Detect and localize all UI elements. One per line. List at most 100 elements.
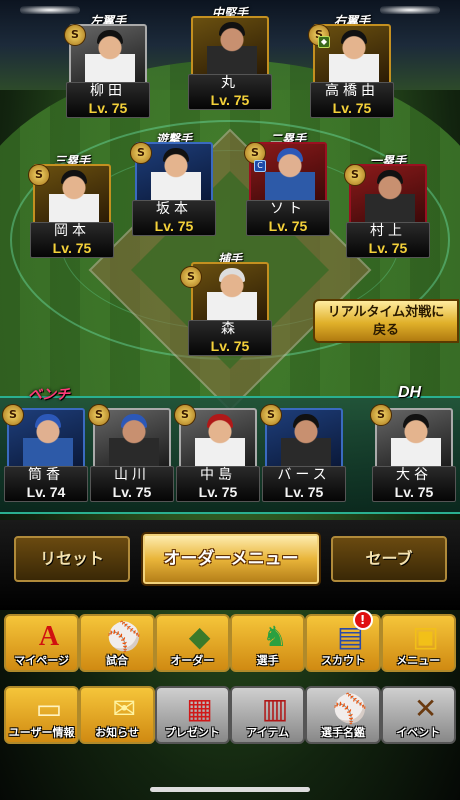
player-name: 森	[221, 321, 239, 337]
player-photo	[195, 416, 245, 468]
present-icon: ▦	[186, 692, 213, 725]
player-level: Lv. 75	[394, 484, 434, 500]
bench-slot-1[interactable]: S 筒香 Lv. 74	[2, 404, 88, 502]
menu-order[interactable]: ◆ オーダー	[154, 614, 230, 672]
player-plate: 山川 Lv. 75	[90, 466, 174, 502]
stadium-icon: ⚾	[106, 620, 142, 653]
rarity-s-icon: S	[88, 404, 110, 426]
player-name: 大谷	[396, 467, 432, 483]
player-level: Lv. 75	[268, 218, 308, 234]
main-menu: A マイページ ⚾ 試合 ◆ オーダー ♞ 選手 ▤ スカウト ! ▣ メニュー	[4, 610, 456, 672]
rarity-s-icon: S	[130, 142, 152, 164]
menu-label: アイテム	[246, 726, 290, 739]
dh-slot[interactable]: S 大谷 Lv. 75	[370, 404, 456, 502]
player-photo	[207, 270, 257, 322]
menu-label: オーダー	[170, 654, 215, 667]
save-button[interactable]: セーブ	[331, 536, 447, 582]
rarity-s-icon: S	[174, 404, 196, 426]
player-name: 中島	[200, 467, 236, 483]
notification-badge: !	[352, 610, 373, 630]
player-plate: 村上 Lv. 75	[346, 222, 430, 258]
player-name: バース	[277, 467, 331, 483]
player-slot-first-base[interactable]: 一塁手 S 村上 Lv. 75	[344, 154, 430, 258]
rarity-s-icon: S	[2, 404, 24, 426]
menu-label: プレゼント	[164, 726, 220, 739]
player-name: 村上	[370, 223, 406, 239]
player-plate: 坂本 Lv. 75	[132, 200, 216, 236]
menu-players[interactable]: ♞ 選手	[229, 614, 306, 672]
player-level: Lv. 75	[52, 240, 92, 256]
player-plate: 中島 Lv. 75	[176, 466, 260, 502]
order-screen: 左翼手 S 柳田 Lv. 75 中堅手 丸 Lv. 75 右翼手 S ◆ 高橋由…	[0, 0, 460, 800]
player-slot-shortstop[interactable]: 遊撃手 S 坂本 Lv. 75	[130, 132, 216, 236]
menu-label: 試合	[105, 654, 128, 667]
player-name: 坂本	[156, 201, 192, 217]
player-name: 高橋由	[325, 83, 379, 99]
player-plate: 大谷 Lv. 75	[372, 466, 456, 502]
menu-player-directory[interactable]: ⚾ 選手名鑑	[305, 686, 381, 744]
player-photo	[281, 416, 331, 468]
menu-label: 選手	[256, 654, 279, 667]
rarity-s-icon: S	[370, 404, 392, 426]
player-slot-center-field[interactable]: 中堅手 丸 Lv. 75	[188, 6, 272, 110]
player-slot-catcher[interactable]: 捕手 S 森 Lv. 75	[180, 252, 272, 356]
player-slot-right-field[interactable]: 右翼手 S ◆ 高橋由 Lv. 75	[308, 14, 394, 118]
menu-event[interactable]: ✕ イベント	[380, 686, 456, 744]
menu-present[interactable]: ▦ プレゼント	[154, 686, 230, 744]
player-photo	[365, 172, 415, 224]
player-plate: 丸 Lv. 75	[188, 74, 272, 110]
menu-menu[interactable]: ▣ メニュー	[380, 614, 456, 672]
menu-scout[interactable]: ▤ スカウト !	[305, 610, 381, 672]
realtime-button-line2: 戻る	[372, 323, 399, 338]
player-level: Lv. 75	[332, 100, 372, 116]
event-bats-icon: ✕	[413, 692, 438, 725]
bench-slot-3[interactable]: S 中島 Lv. 75	[174, 404, 260, 502]
menu-my-page[interactable]: A マイページ	[4, 614, 80, 672]
player-photo	[23, 416, 73, 468]
player-level: Lv. 75	[88, 100, 128, 116]
menu-box-icon: ▣	[412, 620, 439, 653]
player-name: 丸	[221, 75, 239, 91]
dh-label: DH	[398, 384, 422, 401]
player-slot-second-base[interactable]: 二塁手 S C ソト Lv. 75	[244, 132, 330, 236]
home-indicator[interactable]	[150, 787, 310, 792]
player-card	[191, 262, 269, 324]
player-level: Lv. 74	[26, 484, 66, 500]
bench-slot-2[interactable]: S 山川 Lv. 75	[88, 404, 174, 502]
player-photo	[49, 172, 99, 224]
menu-label: イベント	[396, 726, 441, 739]
rarity-s-icon: S	[260, 404, 282, 426]
menu-items[interactable]: ▥ アイテム	[229, 686, 306, 744]
player-slot-left-field[interactable]: 左翼手 S 柳田 Lv. 75	[64, 14, 150, 118]
menu-label: ユーザー情報	[8, 726, 75, 739]
player-plate: 高橋由 Lv. 75	[310, 82, 394, 118]
player-name: 山川	[114, 467, 150, 483]
reset-button[interactable]: リセット	[14, 536, 130, 582]
return-to-realtime-battle-button[interactable]: リアルタイム対戦に 戻る	[313, 299, 459, 343]
bench-slot-4[interactable]: S バース Lv. 75	[260, 404, 346, 502]
player-plate: バース Lv. 75	[262, 466, 346, 502]
item-book-icon: ▥	[261, 692, 289, 725]
menu-match[interactable]: ⚾ 試合	[79, 614, 155, 672]
player-level: Lv. 75	[210, 338, 250, 354]
player-slot-third-base[interactable]: 三塁手 S 岡本 Lv. 75	[28, 154, 114, 258]
player-name: 岡本	[54, 223, 90, 239]
player-directory-icon: ⚾	[332, 692, 368, 725]
notice-icon: ✉	[112, 692, 137, 725]
menu-label: マイページ	[14, 654, 70, 667]
player-photo	[391, 416, 441, 468]
player-level: Lv. 75	[210, 92, 250, 108]
rarity-s-icon: S	[64, 24, 86, 46]
player-icon: ♞	[262, 620, 288, 653]
player-photo	[265, 150, 315, 202]
captain-c-icon: C	[254, 160, 266, 172]
field-order-icon: ◆	[188, 620, 211, 653]
player-level: Lv. 75	[198, 484, 238, 500]
menu-notices[interactable]: ✉ お知らせ	[79, 686, 155, 744]
order-menu-button[interactable]: オーダーメニュー	[141, 532, 321, 586]
rarity-s-icon: S	[344, 164, 366, 186]
player-plate: 森 Lv. 75	[188, 320, 272, 356]
player-photo	[151, 150, 201, 202]
menu-label: お知らせ	[95, 726, 139, 739]
menu-user-info[interactable]: ▭ ユーザー情報	[4, 686, 80, 744]
